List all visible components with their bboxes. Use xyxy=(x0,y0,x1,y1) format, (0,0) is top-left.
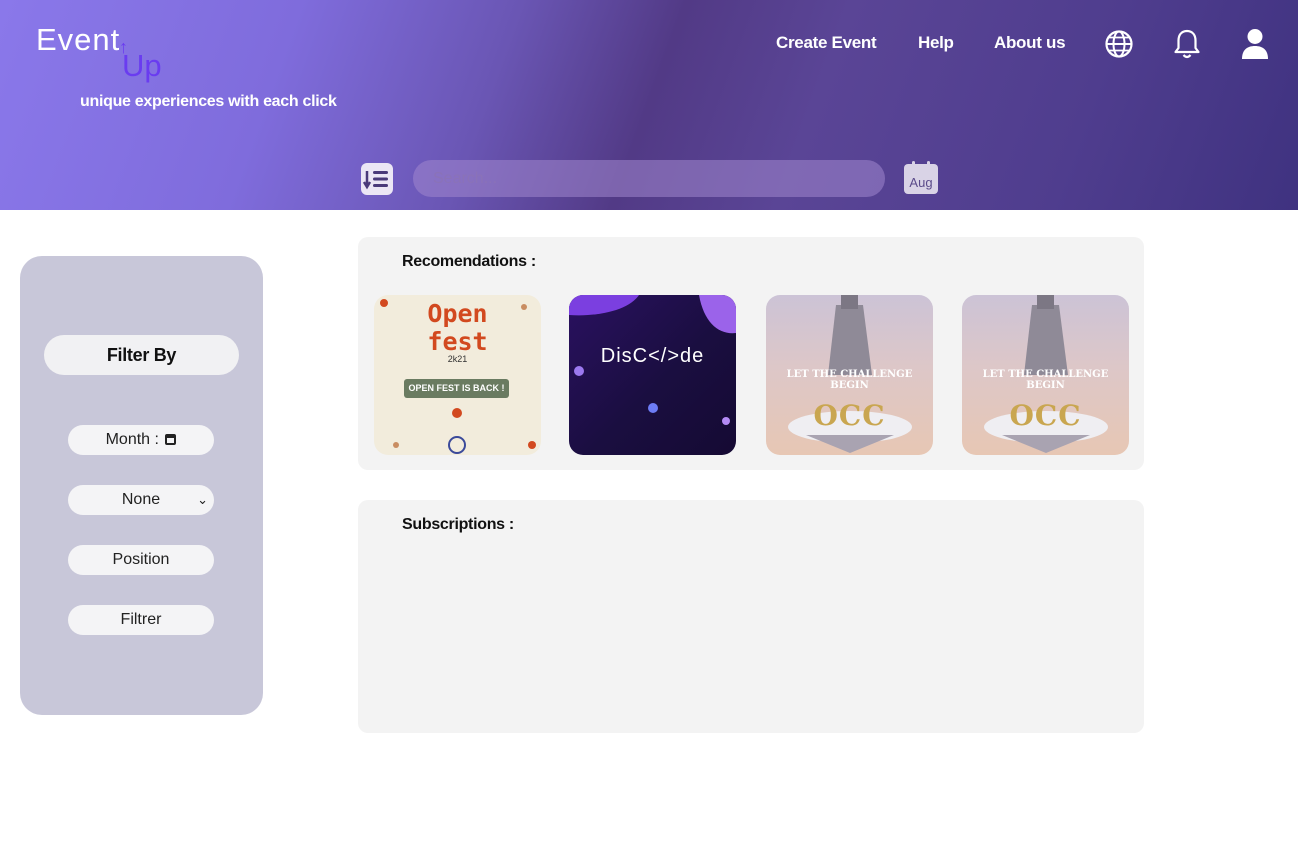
logo-text-event: Event xyxy=(36,22,121,57)
month-label: Month : xyxy=(105,431,159,448)
event-card-art xyxy=(569,295,736,425)
category-select-value: None xyxy=(121,491,161,508)
tagline: unique experiences with each click xyxy=(80,93,337,110)
calendar-month-label: Aug xyxy=(904,172,938,194)
category-select[interactable]: None ⌄ xyxy=(68,485,214,515)
globe-icon[interactable] xyxy=(1104,29,1134,64)
nav-create-event[interactable]: Create Event xyxy=(776,33,877,53)
event-card[interactable]: LET THE CHALLENGE BEGIN OCC xyxy=(962,295,1129,455)
subscriptions-title: Subscriptions : xyxy=(402,516,514,533)
user-icon[interactable] xyxy=(1240,28,1270,65)
event-card-banner: LET THE CHALLENGE BEGIN xyxy=(982,369,1109,391)
event-card-banner: LET THE CHALLENGE BEGIN xyxy=(786,369,913,391)
event-card-title: fest xyxy=(427,327,488,356)
calendar-small-icon xyxy=(165,434,177,445)
position-field[interactable]: Position xyxy=(68,545,214,575)
filter-title: Filter By xyxy=(44,335,239,375)
filter-submit-button[interactable]: Filtrer xyxy=(68,605,214,635)
recommendations-panel: Recomendations : Open fest 2k21 OPEN FES… xyxy=(358,237,1144,470)
bell-icon[interactable] xyxy=(1172,28,1202,65)
event-card-title: DisC</>de xyxy=(600,345,705,367)
month-date-input[interactable]: Month : xyxy=(68,425,214,455)
calendar-button[interactable]: Aug xyxy=(904,161,938,194)
search-input[interactable] xyxy=(413,160,885,197)
sort-list-icon[interactable] xyxy=(361,163,393,195)
recommendations-title: Recomendations : xyxy=(402,253,536,270)
event-card[interactable]: LET THE CHALLENGE BEGIN OCC xyxy=(766,295,933,455)
chevron-down-icon: ⌄ xyxy=(197,492,208,507)
event-card-logo: OCC xyxy=(813,399,886,432)
subscriptions-panel: Subscriptions : xyxy=(358,500,1144,733)
header-banner: Event ↑ Up unique experiences with each … xyxy=(0,0,1298,210)
nav-about-us[interactable]: About us xyxy=(994,33,1066,53)
event-card-logo: OCC xyxy=(1009,399,1082,432)
event-card[interactable]: Open fest 2k21 OPEN FEST IS BACK ! xyxy=(374,295,541,455)
filter-sidebar: Filter By Month : None ⌄ Position Filtre… xyxy=(20,256,263,715)
event-card-banner: OPEN FEST IS BACK ! xyxy=(404,379,509,398)
event-card-title: Open xyxy=(427,299,488,328)
nav-help[interactable]: Help xyxy=(918,33,954,53)
event-card-year: 2k21 xyxy=(447,354,468,364)
event-card[interactable]: DisC</>de xyxy=(569,295,736,455)
logo-text-up: Up xyxy=(122,48,162,83)
logo[interactable]: Event ↑ Up xyxy=(36,22,176,84)
